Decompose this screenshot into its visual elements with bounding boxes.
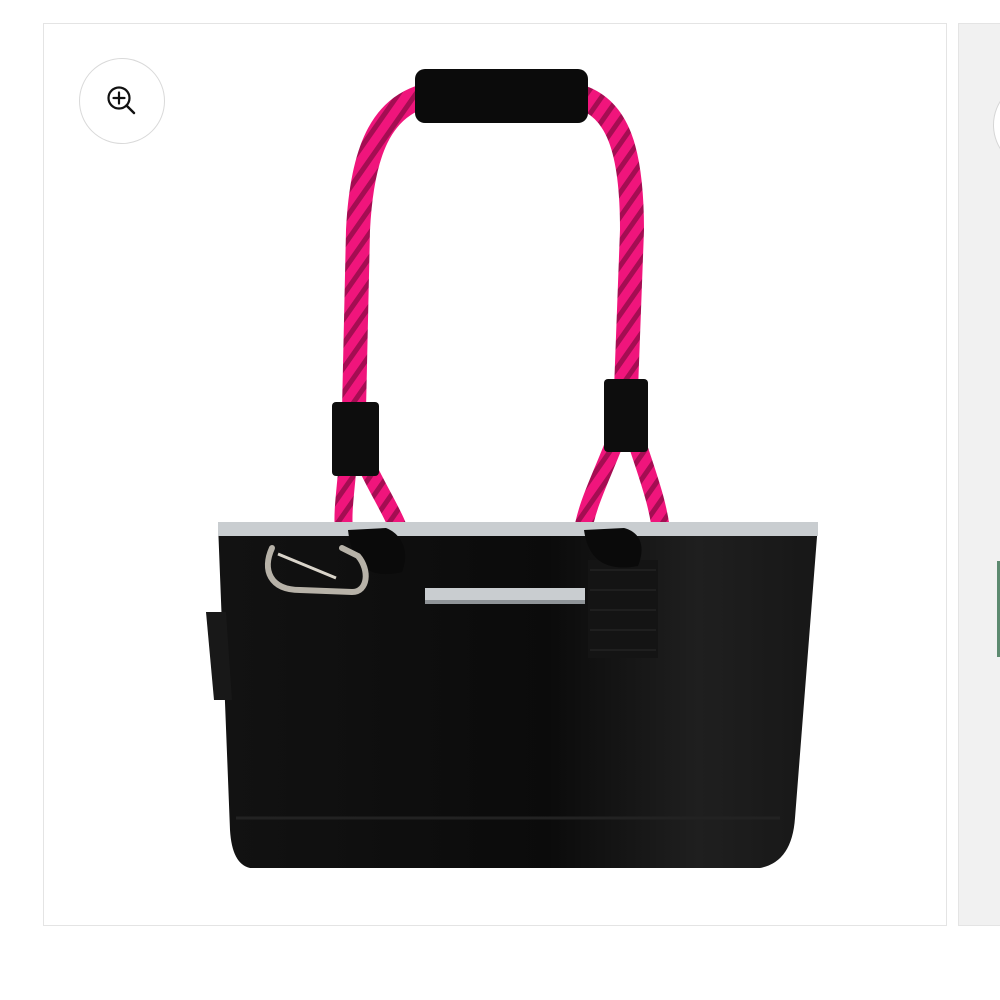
- product-gallery-viewport: [0, 0, 1000, 1000]
- zoom-in-icon: [107, 86, 136, 115]
- bag-body: [206, 522, 818, 868]
- product-image[interactable]: [0, 0, 1000, 1000]
- rope-sleeve-right: [604, 379, 648, 452]
- rope-handle: [334, 84, 671, 555]
- handle-grip: [415, 69, 588, 123]
- zoom-button[interactable]: [79, 58, 165, 144]
- rope-sleeve-left: [332, 402, 379, 476]
